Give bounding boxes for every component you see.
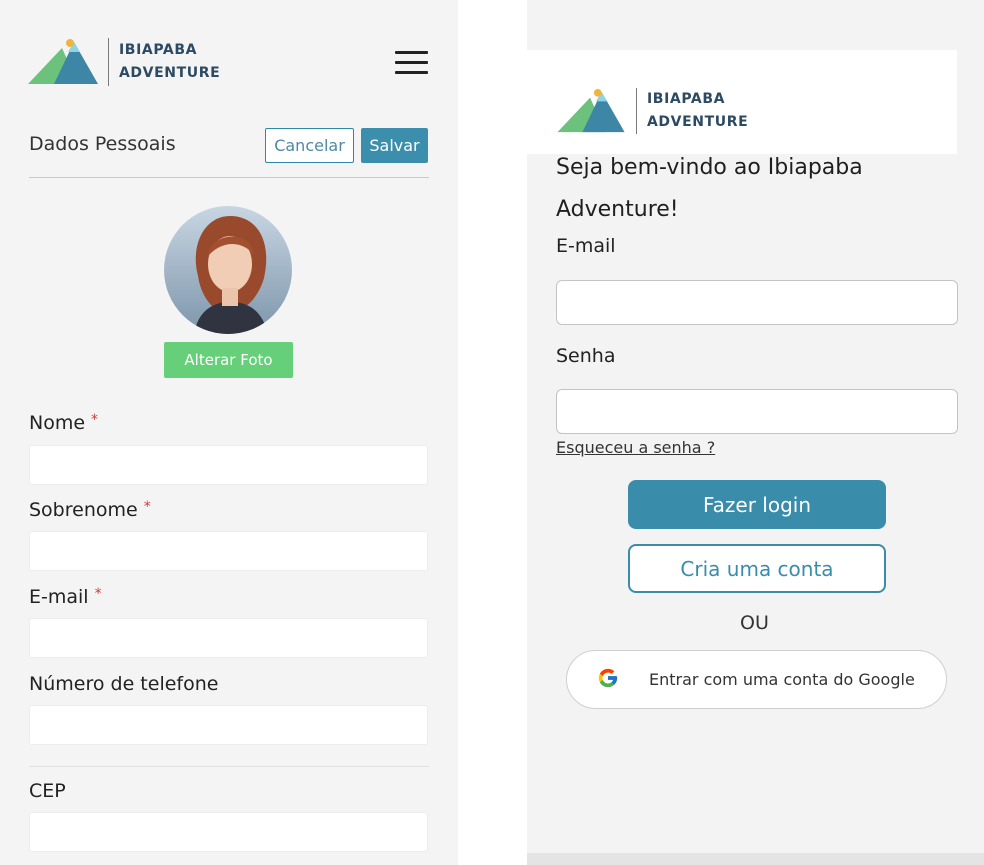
- cep-label: CEP: [29, 780, 66, 802]
- last-name-label: Sobrenome *: [29, 499, 151, 521]
- forgot-password-link[interactable]: Esqueceu a senha ?: [556, 438, 715, 457]
- brand-logo[interactable]: IBIAPABA ADVENTURE: [28, 38, 220, 86]
- change-photo-button[interactable]: Alterar Foto: [164, 342, 293, 378]
- last-name-input[interactable]: [29, 531, 428, 571]
- google-g-icon: [597, 667, 619, 693]
- phone-input[interactable]: [29, 705, 428, 745]
- welcome-heading: Seja bem-vindo ao Ibiapaba Adventure!: [556, 155, 863, 222]
- avatar: [164, 206, 292, 334]
- page-title: Dados Pessoais: [29, 133, 176, 155]
- brand-logo-login[interactable]: IBIAPABA ADVENTURE: [556, 88, 748, 134]
- brand-name: IBIAPABA ADVENTURE: [647, 91, 749, 130]
- mountain-logo-icon: [556, 88, 628, 134]
- bottom-bar: [527, 853, 984, 865]
- field-divider: [29, 766, 429, 767]
- first-name-input[interactable]: [29, 445, 428, 485]
- login-email-label: E-mail: [556, 235, 616, 257]
- cep-input[interactable]: [29, 812, 428, 852]
- or-separator: OU: [740, 612, 769, 634]
- brand-name: IBIAPABA ADVENTURE: [119, 42, 221, 81]
- login-email-input[interactable]: [556, 280, 958, 325]
- phone-label: Número de telefone: [29, 673, 219, 695]
- email-label: E-mail *: [29, 586, 102, 608]
- profile-screen: IBIAPABA ADVENTURE Dados Pessoais Cancel…: [0, 0, 458, 865]
- google-signin-button[interactable]: Entrar com uma conta do Google: [566, 650, 947, 709]
- email-input[interactable]: [29, 618, 428, 658]
- password-input[interactable]: [556, 389, 958, 434]
- logo-divider: [636, 88, 637, 134]
- hamburger-menu-icon[interactable]: [395, 51, 428, 75]
- password-label: Senha: [556, 345, 616, 367]
- login-button[interactable]: Fazer login: [628, 480, 886, 529]
- mountain-logo-icon: [28, 38, 100, 86]
- section-divider: [29, 177, 429, 178]
- first-name-label: Nome *: [29, 412, 99, 434]
- create-account-button[interactable]: Cria uma conta: [628, 544, 886, 593]
- cancel-button[interactable]: Cancelar: [265, 128, 354, 163]
- google-signin-label: Entrar com uma conta do Google: [649, 670, 915, 689]
- save-button[interactable]: Salvar: [361, 128, 428, 163]
- logo-divider: [108, 38, 109, 86]
